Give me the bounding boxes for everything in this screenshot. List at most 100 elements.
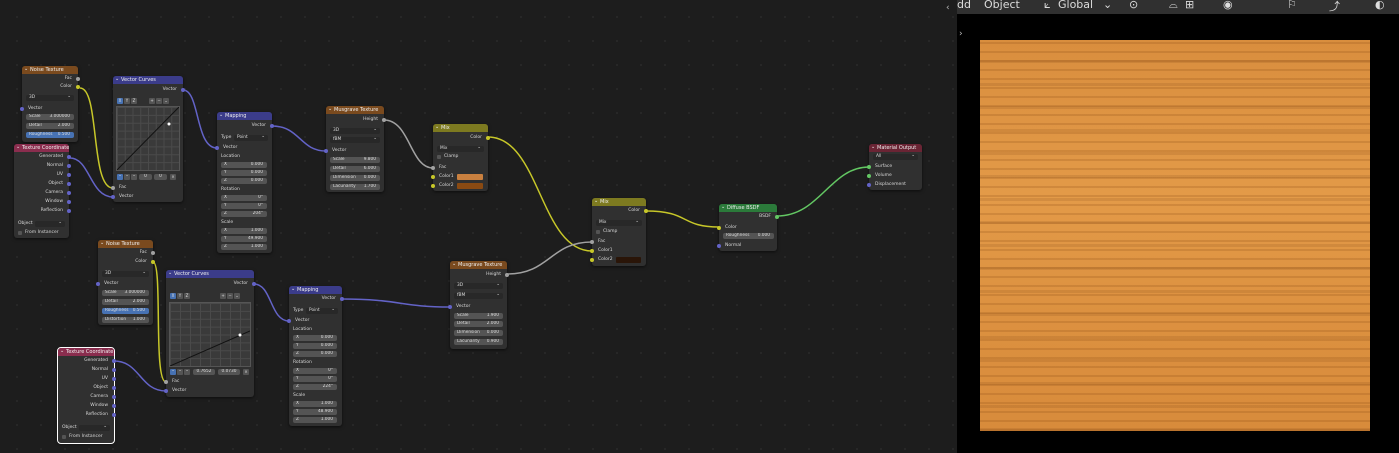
dimension-dropdown[interactable]: 3D xyxy=(102,270,149,277)
output-socket[interactable] xyxy=(112,367,116,372)
location-y-field[interactable]: Y 0.000 xyxy=(293,343,337,349)
node-header[interactable]: Mix xyxy=(433,124,488,132)
node-header[interactable]: Musgrave Texture xyxy=(450,261,507,269)
color1-swatch[interactable] xyxy=(457,174,483,180)
rotation-y-field[interactable]: Y 0° xyxy=(221,203,267,209)
dimension-field[interactable]: Dimension 0.000 xyxy=(330,175,380,181)
object-picker[interactable] xyxy=(35,220,65,227)
curve-graph[interactable] xyxy=(169,302,251,367)
pivot-icon[interactable]: ⊙ xyxy=(1129,0,1138,11)
location-x-field[interactable]: X 0.000 xyxy=(221,162,267,168)
input-socket[interactable] xyxy=(867,182,871,187)
detail-field[interactable]: Detail 2.000 xyxy=(102,299,149,305)
musgrave-type-dropdown[interactable]: fBM xyxy=(454,292,503,299)
input-socket[interactable] xyxy=(717,225,721,230)
node-header[interactable]: Texture Coordinate xyxy=(58,348,114,356)
musgrave-type-dropdown[interactable]: fBM xyxy=(330,136,380,143)
node-header[interactable]: Vector Curves xyxy=(113,76,183,84)
roughness-field[interactable]: Roughness 0.500 xyxy=(26,132,74,138)
node-header[interactable]: Texture Coordinate xyxy=(14,144,69,152)
dimension-dropdown[interactable]: 3D xyxy=(26,94,74,101)
output-socket[interactable] xyxy=(67,190,71,195)
dimension-field[interactable]: Dimension 0.000 xyxy=(454,330,503,336)
detail-field[interactable]: Detail 2.000 xyxy=(454,321,503,327)
output-socket[interactable] xyxy=(270,123,274,128)
handle-vector-icon[interactable]: ⌃ xyxy=(124,174,130,180)
material-output-node[interactable]: Material Output All Surface Volume Displ… xyxy=(867,144,922,190)
output-socket[interactable] xyxy=(67,199,71,204)
color2-swatch[interactable] xyxy=(616,257,641,263)
node-header[interactable]: Diffuse BSDF xyxy=(719,204,777,212)
point-x-field[interactable]: 0 xyxy=(139,174,152,180)
node-header[interactable]: Mapping xyxy=(217,112,272,120)
mapping-node-2[interactable]: Mapping Vector Type Point Vector Locatio… xyxy=(287,286,344,426)
texture-coordinate-node-1[interactable]: Texture Coordinate Generated Normal UV O… xyxy=(14,144,71,238)
handle-free-icon[interactable]: ⌃ xyxy=(131,174,137,180)
rotation-x-field[interactable]: X 0° xyxy=(293,368,337,374)
input-socket[interactable] xyxy=(215,145,219,150)
node-editor[interactable]: Noise Texture Fac Color 3D Vector Scale3… xyxy=(0,0,957,453)
from-instancer-checkbox[interactable]: From Instancer xyxy=(62,434,103,440)
input-socket[interactable] xyxy=(590,239,594,244)
output-socket[interactable] xyxy=(486,135,490,140)
proportional-icon[interactable]: ◉ xyxy=(1223,0,1233,11)
output-socket[interactable] xyxy=(252,281,256,286)
mix-node-2[interactable]: Mix Color Mix Clamp Fac Color1 Color2 xyxy=(590,198,648,266)
output-socket[interactable] xyxy=(112,403,116,408)
handle-auto-icon[interactable]: ⌃ xyxy=(117,174,123,180)
diffuse-bsdf-node[interactable]: Diffuse BSDF BSDF Color Roughness0.000 N… xyxy=(717,204,779,251)
orientation-icon[interactable]: ⟀ xyxy=(1044,0,1051,12)
output-socket[interactable] xyxy=(67,154,71,159)
output-socket[interactable] xyxy=(151,250,155,255)
zoom-out-icon[interactable]: − xyxy=(156,98,162,104)
overlay-icon[interactable]: ⚐ xyxy=(1287,0,1297,11)
dimension-dropdown[interactable]: 3D xyxy=(330,127,380,134)
scale-x-field[interactable]: X 1.000 xyxy=(293,401,337,407)
curve-graph[interactable] xyxy=(116,106,180,171)
scale-x-field[interactable]: X 1.000 xyxy=(221,228,267,234)
node-header[interactable]: Noise Texture xyxy=(98,240,153,248)
input-socket[interactable] xyxy=(164,388,168,393)
scale-z-field[interactable]: Z 1.000 xyxy=(293,417,337,423)
expand-arrow-icon[interactable]: › xyxy=(959,29,963,39)
object-menu[interactable]: Object xyxy=(984,0,1020,11)
transform-orientation-dropdown[interactable]: Global xyxy=(1058,0,1093,11)
rotation-y-field[interactable]: Y 0° xyxy=(293,376,337,382)
delete-point-icon[interactable]: × xyxy=(170,174,176,180)
input-socket[interactable] xyxy=(590,257,594,262)
snap-increment-icon[interactable]: ⊞ xyxy=(1185,0,1194,11)
curve-z-button[interactable]: Z xyxy=(131,98,137,104)
input-socket[interactable] xyxy=(111,185,115,190)
lacunarity-field[interactable]: Lacunarity 1.700 xyxy=(330,184,380,190)
color2-swatch[interactable] xyxy=(457,183,483,189)
gizmo-icon[interactable]: ⤴ xyxy=(1329,0,1340,14)
texture-coordinate-node-2[interactable]: Texture Coordinate Generated Normal UV O… xyxy=(57,347,116,444)
shading-icon[interactable]: ◐ xyxy=(1375,0,1385,11)
handle-auto-icon[interactable]: ⌃ xyxy=(170,369,176,375)
point-y-field[interactable]: 0 xyxy=(154,174,167,180)
snap-icon[interactable]: ⌓ xyxy=(1169,0,1178,12)
node-header[interactable]: Noise Texture xyxy=(22,66,78,74)
scale-field[interactable]: Scale 3.000000 xyxy=(26,114,74,120)
input-socket[interactable] xyxy=(431,183,435,188)
vector-curves-node-2[interactable]: Vector Curves Vector X Y Z + − ⌄ ⌃ ⌃ ⌃ 0… xyxy=(164,270,256,397)
handle-free-icon[interactable]: ⌃ xyxy=(184,369,190,375)
input-socket[interactable] xyxy=(20,106,24,111)
blend-mode-dropdown[interactable]: Mix xyxy=(437,145,484,152)
scale-z-field[interactable]: Z 1.000 xyxy=(221,244,267,250)
scale-y-field[interactable]: Y 49.900 xyxy=(221,236,267,242)
curve-x-button[interactable]: X xyxy=(117,98,123,104)
handle-vector-icon[interactable]: ⌃ xyxy=(177,369,183,375)
noise-texture-node-1[interactable]: Noise Texture Fac Color 3D Vector Scale3… xyxy=(20,66,80,142)
input-socket[interactable] xyxy=(164,379,168,384)
output-socket[interactable] xyxy=(112,385,116,390)
node-header[interactable]: Mapping xyxy=(289,286,342,294)
musgrave-texture-node-1[interactable]: Musgrave Texture Height 3D fBM Vector Sc… xyxy=(324,106,386,192)
add-menu[interactable]: dd xyxy=(957,0,971,11)
vector-curves-node-1[interactable]: Vector Curves Vector X Y Z + − ⌄ ⌃ ⌃ ⌃ 0… xyxy=(111,76,185,202)
lacunarity-field[interactable]: Lacunarity 0.900 xyxy=(454,339,503,345)
output-socket[interactable] xyxy=(340,296,344,301)
curve-z-button[interactable]: Z xyxy=(184,293,190,299)
input-socket[interactable] xyxy=(324,148,328,153)
scale-y-field[interactable]: Y 48.900 xyxy=(293,409,337,415)
